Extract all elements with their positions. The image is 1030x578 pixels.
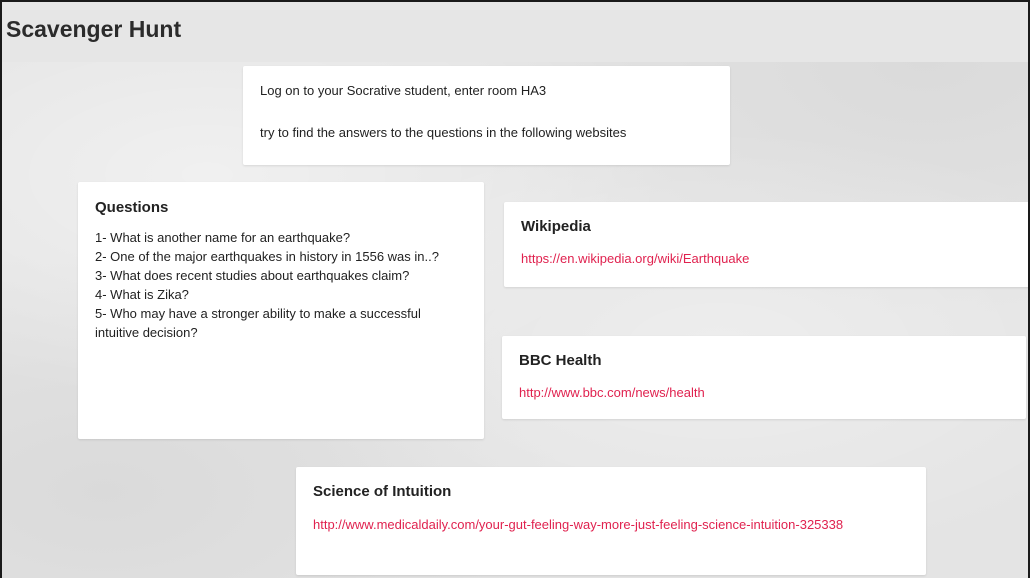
intro-line-1: Log on to your Socrative student, enter …: [260, 83, 547, 98]
scavenger-hunt-board: Scavenger Hunt Log on to your Socrative …: [0, 0, 1030, 578]
questions-heading: Questions: [95, 199, 169, 216]
questions-card[interactable]: Questions 1- What is another name for an…: [78, 182, 484, 439]
question-item: 3- What does recent studies about earthq…: [95, 268, 410, 283]
bbc-health-heading: BBC Health: [519, 352, 602, 369]
bbc-health-card[interactable]: BBC Health http://www.bbc.com/news/healt…: [502, 336, 1026, 419]
questions-list: 1- What is another name for an earthquak…: [95, 228, 467, 342]
science-of-intuition-link[interactable]: http://www.medicaldaily.com/your-gut-fee…: [313, 514, 893, 536]
question-item: 4- What is Zika?: [95, 287, 189, 302]
question-item: 1- What is another name for an earthquak…: [95, 230, 351, 245]
question-item: 5- Who may have a stronger ability to ma…: [95, 306, 421, 340]
science-of-intuition-heading: Science of Intuition: [313, 483, 452, 500]
science-of-intuition-card[interactable]: Science of Intuition http://www.medicald…: [296, 467, 926, 575]
intro-line-2: try to find the answers to the questions…: [260, 125, 627, 140]
page-title: Scavenger Hunt: [6, 16, 182, 42]
bbc-health-link[interactable]: http://www.bbc.com/news/health: [519, 383, 1009, 403]
question-item: 2- One of the major earthquakes in histo…: [95, 249, 439, 264]
wikipedia-link[interactable]: https://en.wikipedia.org/wiki/Earthquake: [521, 249, 1014, 269]
intro-card[interactable]: Log on to your Socrative student, enter …: [243, 66, 730, 165]
wikipedia-heading: Wikipedia: [521, 218, 591, 235]
board-header: Scavenger Hunt: [2, 2, 1028, 62]
wikipedia-card[interactable]: Wikipedia https://en.wikipedia.org/wiki/…: [504, 202, 1028, 287]
